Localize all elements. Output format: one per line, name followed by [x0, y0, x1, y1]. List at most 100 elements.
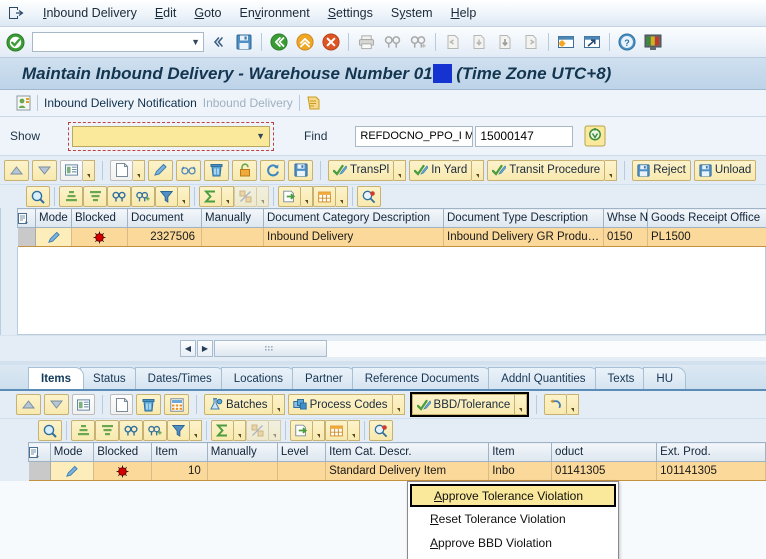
- export-dropdown-arrow[interactable]: [301, 186, 313, 207]
- cell-item-type[interactable]: Inbo: [488, 461, 553, 481]
- item-delete-button[interactable]: [136, 394, 161, 415]
- batches-dropdown-arrow[interactable]: [272, 394, 285, 415]
- create-session-icon[interactable]: [554, 30, 578, 54]
- layout-icon[interactable]: [313, 186, 336, 207]
- transpl-dropdown-arrow[interactable]: [394, 159, 407, 181]
- menu-item-help[interactable]: Help: [442, 3, 486, 23]
- command-field[interactable]: ▼: [32, 32, 204, 52]
- sort-ascending-icon[interactable]: [71, 420, 95, 441]
- cell-item[interactable]: 10: [151, 461, 208, 481]
- execute-find-button[interactable]: [583, 125, 606, 148]
- help-icon[interactable]: ?: [615, 30, 639, 54]
- select-all-header[interactable]: [17, 208, 36, 228]
- cell-document[interactable]: 2327506: [127, 227, 202, 247]
- col-header-item-blocked[interactable]: Blocked: [93, 442, 153, 462]
- tab-texts[interactable]: Texts: [594, 367, 648, 389]
- menu-item-approve-bbd-violation[interactable]: Approve BBD Violation: [408, 531, 618, 555]
- show-dropdown[interactable]: ▼: [72, 125, 271, 147]
- tab-hu[interactable]: HU: [643, 367, 687, 389]
- cell-gr-office[interactable]: PL1500: [647, 227, 766, 247]
- col-header-manually[interactable]: Manually: [201, 208, 264, 228]
- sum-icon[interactable]: [199, 186, 222, 207]
- cell-item-manually[interactable]: [207, 461, 278, 481]
- reject-button[interactable]: Reject: [632, 159, 691, 181]
- cell-whse[interactable]: 0150: [603, 227, 648, 247]
- table-row[interactable]: 10 Standard Delivery Item Inbo 01141305 …: [28, 461, 766, 481]
- save-icon[interactable]: [232, 30, 256, 54]
- menu-item-approve-tolerance-violation[interactable]: Approve Tolerance Violation: [410, 484, 616, 507]
- item-up-button[interactable]: [16, 394, 41, 415]
- transit-procedure-dropdown-arrow[interactable]: [605, 159, 618, 181]
- tab-dates-times[interactable]: Dates/Times: [134, 367, 225, 389]
- info-icon[interactable]: [357, 186, 381, 207]
- scroll-track[interactable]: [327, 340, 766, 357]
- filter-icon[interactable]: [167, 420, 190, 441]
- subtotal-dropdown-arrow[interactable]: [269, 420, 281, 441]
- item-down-button[interactable]: [44, 394, 69, 415]
- subtotal-icon[interactable]: [234, 186, 257, 207]
- tab-reference-documents[interactable]: Reference Documents: [351, 367, 493, 389]
- export-icon[interactable]: [278, 186, 301, 207]
- find-field-dropdown[interactable]: REFDOCNO_PPO_I Man… ▼: [355, 125, 474, 147]
- item-create-button[interactable]: [110, 394, 133, 415]
- cell-item-mode[interactable]: [50, 461, 95, 481]
- document-table-hscrollbar[interactable]: ◀ ▶: [0, 335, 766, 361]
- menu-item-environment[interactable]: Environment: [231, 3, 319, 23]
- details-dropdown-arrow[interactable]: [83, 159, 95, 181]
- edit-button[interactable]: [148, 159, 173, 181]
- menu-item-reset-bbd-violation[interactable]: Reset BBD Violation: [408, 555, 618, 559]
- bbd-tolerance-button[interactable]: BBD/Tolerance: [411, 394, 516, 415]
- sap-system-menu-icon[interactable]: [6, 3, 26, 23]
- col-header-level[interactable]: Level: [276, 442, 327, 462]
- unlock-button[interactable]: [232, 159, 257, 181]
- undo-button[interactable]: [544, 394, 568, 415]
- cell-level[interactable]: [277, 461, 327, 481]
- sum-dropdown-arrow[interactable]: [222, 186, 234, 207]
- cell-item-cat[interactable]: Standard Delivery Item: [325, 461, 490, 481]
- detail-search-icon[interactable]: [26, 186, 50, 207]
- col-header-item-manually[interactable]: Manually: [206, 442, 278, 462]
- collapse-left-icon[interactable]: [206, 30, 230, 54]
- ok-check-icon[interactable]: [4, 31, 26, 53]
- delete-button[interactable]: [204, 159, 229, 181]
- menu-item-settings[interactable]: Settings: [319, 3, 382, 23]
- col-header-item[interactable]: Item: [151, 442, 208, 462]
- sum-icon[interactable]: [211, 420, 234, 441]
- partner-role-icon[interactable]: [16, 95, 31, 111]
- find-icon[interactable]: [107, 186, 131, 207]
- cancel-red-icon[interactable]: [319, 30, 343, 54]
- undo-dropdown-arrow[interactable]: [567, 394, 580, 415]
- col-header-doc-type-desc[interactable]: Document Type Description: [443, 208, 604, 228]
- scroll-left-icon[interactable]: ◀: [180, 340, 196, 357]
- col-header-item-mode[interactable]: Mode: [49, 442, 95, 462]
- chevron-down-icon[interactable]: ▼: [256, 131, 265, 141]
- find-next-icon[interactable]: [143, 420, 167, 441]
- back-green-icon[interactable]: [267, 30, 291, 54]
- cell-manually[interactable]: [201, 227, 264, 247]
- menu-item-reset-tolerance-violation[interactable]: Reset Tolerance Violation: [408, 507, 618, 531]
- details-button[interactable]: [60, 159, 83, 181]
- col-header-item-cat-descr[interactable]: Item Cat. Descr.: [325, 442, 490, 462]
- cell-doc-type-desc[interactable]: Inbound Delivery GR Produ…: [443, 227, 604, 247]
- bbd-tolerance-dropdown-arrow[interactable]: [515, 394, 528, 415]
- item-row-selector[interactable]: [28, 461, 51, 481]
- process-codes-dropdown-arrow[interactable]: [392, 394, 405, 415]
- create-button[interactable]: [110, 159, 133, 181]
- shortcut-icon[interactable]: [580, 30, 604, 54]
- subtotal-icon[interactable]: [246, 420, 269, 441]
- unload-button[interactable]: Unload: [693, 159, 757, 181]
- cell-item-blocked[interactable]: [93, 461, 153, 481]
- transit-procedure-button[interactable]: Transit Procedure: [487, 159, 606, 181]
- chevron-down-icon[interactable]: ▼: [191, 37, 200, 47]
- col-header-doc-cat-desc[interactable]: Document Category Description: [263, 208, 444, 228]
- select-all-header[interactable]: [28, 442, 51, 462]
- find-input[interactable]: 15000147: [475, 125, 574, 147]
- menu-item-goto[interactable]: Goto: [185, 3, 230, 23]
- layout-dropdown-arrow[interactable]: [348, 420, 360, 441]
- layout-dropdown-arrow[interactable]: [336, 186, 348, 207]
- process-codes-button[interactable]: Process Codes: [287, 394, 393, 415]
- detail-search-icon[interactable]: [38, 420, 62, 441]
- in-yard-button[interactable]: In Yard: [409, 159, 473, 181]
- exit-up-icon[interactable]: [293, 30, 317, 54]
- item-calculator-button[interactable]: [164, 394, 189, 415]
